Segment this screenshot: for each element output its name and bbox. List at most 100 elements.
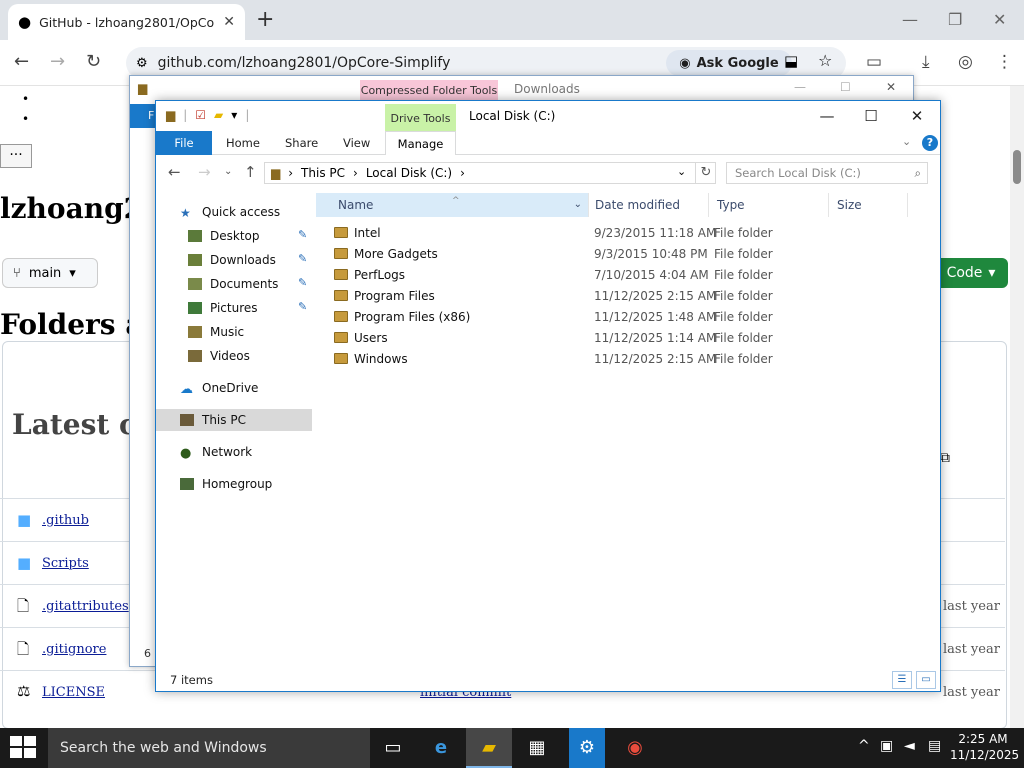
install-icon[interactable]: ⬓ (784, 52, 798, 70)
settings-icon[interactable]: ⚙ (569, 728, 605, 768)
ask-google-button[interactable]: ◉ Ask Google (666, 50, 792, 76)
file-link[interactable]: .github (42, 513, 89, 528)
pin-icon[interactable]: ✎ (298, 252, 307, 265)
nav-item-videos[interactable]: Videos (156, 345, 312, 367)
close-window-icon[interactable]: ✕ (993, 10, 1006, 29)
nav-item-homegroup[interactable]: Homegroup (156, 473, 312, 495)
nav-item-downloads[interactable]: Downloads (156, 249, 312, 271)
file-row-perflogs[interactable]: PerfLogs 7/10/2015 4:04 AM File folder (316, 265, 932, 286)
expand-ribbon-icon[interactable]: ⌄ (902, 135, 911, 148)
pin-icon[interactable]: ✎ (298, 300, 307, 313)
nav-item-pictures[interactable]: Pictures (156, 297, 312, 319)
branch-selector[interactable]: ⑂ main ▾ (2, 258, 98, 288)
search-input[interactable]: Search Local Disk (C:) ⌕ (726, 162, 928, 184)
notifications-icon[interactable]: ▤ (928, 738, 941, 754)
minimize-icon[interactable]: — (804, 104, 850, 128)
compressed-folder-tools-tab[interactable]: Compressed Folder Tools (360, 80, 498, 102)
volume-muted-icon[interactable]: ◄ (904, 738, 915, 754)
file-link[interactable]: Scripts (42, 556, 89, 571)
profile-icon[interactable]: ◎ (958, 52, 973, 72)
bookmark-star-icon[interactable]: ☆ (818, 51, 832, 70)
ribbon-tab-file[interactable]: File (156, 131, 212, 155)
site-info-icon[interactable]: ⚙ (136, 56, 148, 71)
customize-caret-icon[interactable]: ▾ (231, 108, 237, 122)
start-button[interactable] (10, 736, 38, 760)
nav-item-network[interactable]: ● Network (156, 441, 312, 463)
close-icon[interactable]: ✕ (886, 80, 896, 94)
close-tab-icon[interactable]: ✕ (223, 14, 235, 30)
nav-item-music[interactable]: Music (156, 321, 312, 343)
show-hidden-icons-icon[interactable]: ^ (858, 738, 870, 754)
new-folder-icon[interactable]: ▰ (214, 108, 223, 122)
explorer-address-bar[interactable]: ▆ › This PC › Local Disk (C:) › ⌄ (264, 162, 716, 184)
new-tab-icon[interactable]: + (256, 8, 274, 32)
task-view-icon[interactable]: ▭ (370, 728, 416, 768)
pin-icon[interactable]: ✎ (298, 228, 307, 241)
nav-item-documents[interactable]: Documents (156, 273, 312, 295)
large-icons-view-icon[interactable]: ▭ (916, 671, 936, 689)
restore-icon[interactable]: ❐ (948, 10, 962, 29)
ribbon-tab-share[interactable]: Share (285, 131, 318, 155)
forward-icon[interactable]: → (50, 52, 65, 72)
nav-item-desktop[interactable]: Desktop (156, 225, 312, 247)
column-filter-icon[interactable]: ⌄ (574, 193, 582, 217)
maximize-icon[interactable]: ☐ (840, 80, 851, 94)
ribbon-tab-home[interactable]: Home (226, 131, 260, 155)
copy-icon[interactable]: ⧉ (940, 450, 950, 466)
store-icon[interactable]: ▦ (514, 728, 560, 768)
close-icon[interactable]: ✕ (894, 104, 940, 128)
breadcrumb-this-pc[interactable]: This PC (301, 166, 345, 180)
page-scrollbar[interactable] (1010, 86, 1024, 728)
code-button[interactable]: Code ▾ (934, 258, 1008, 288)
file-row-intel[interactable]: Intel 9/23/2015 11:18 AM File folder (316, 223, 932, 244)
file-explorer-icon[interactable]: ▰ (466, 728, 512, 768)
browser-tab[interactable]: ● GitHub - lzhoang2801/OpCore-Simplify ✕ (8, 4, 245, 40)
nav-label: Desktop (210, 229, 260, 243)
properties-icon[interactable]: ☑ (195, 108, 206, 122)
file-row-more-gadgets[interactable]: More Gadgets 9/3/2015 10:48 PM File fold… (316, 244, 932, 265)
column-header-date[interactable]: Date modified (588, 193, 708, 217)
taskbar-clock[interactable]: 2:25 AM 11/12/2025 (950, 731, 1019, 763)
menu-icon[interactable]: ⋮ (996, 52, 1013, 72)
refresh-icon[interactable]: ↻ (695, 162, 716, 184)
reload-icon[interactable]: ↻ (86, 52, 101, 72)
recent-locations-icon[interactable]: ⌄ (224, 166, 232, 177)
file-link[interactable]: LICENSE (42, 685, 105, 700)
file-link[interactable]: .gitignore (42, 642, 106, 657)
more-button[interactable]: ··· (0, 144, 32, 168)
column-header-type[interactable]: Type (708, 193, 828, 217)
nav-item-this-pc[interactable]: This PC (156, 409, 312, 431)
file-row-program-files[interactable]: Program Files 11/12/2025 2:15 AM File fo… (316, 286, 932, 307)
pin-icon[interactable]: ✎ (298, 276, 307, 289)
tab-search-icon[interactable]: ▭ (866, 52, 882, 72)
back-icon[interactable]: ← (168, 163, 181, 181)
maximize-icon[interactable]: ☐ (848, 104, 894, 128)
breadcrumb-drive[interactable]: Local Disk (C:) (366, 166, 452, 180)
ribbon-tab-view[interactable]: View (343, 131, 370, 155)
column-header-name[interactable]: ^ Name ⌄ (316, 193, 588, 217)
scroll-thumb[interactable] (1013, 150, 1021, 184)
file-link[interactable]: .gitattributes (42, 599, 129, 614)
help-icon[interactable]: ? (922, 135, 938, 151)
column-header-size[interactable]: Size (828, 193, 908, 217)
edge-icon[interactable]: e (418, 728, 464, 768)
back-icon[interactable]: ← (14, 52, 29, 72)
forward-icon[interactable]: → (198, 163, 211, 181)
nav-item-onedrive[interactable]: ☁ OneDrive (156, 377, 312, 399)
minimize-icon[interactable]: — (794, 80, 806, 94)
up-icon[interactable]: ↑ (244, 163, 257, 181)
address-dropdown-icon[interactable]: ⌄ (677, 165, 686, 178)
network-tray-icon[interactable]: ▣ (880, 738, 893, 754)
taskbar-search-box[interactable]: Search the web and Windows (48, 728, 370, 768)
file-row-users[interactable]: Users 11/12/2025 1:14 AM File folder (316, 328, 932, 349)
download-icon[interactable]: ⤓ (922, 52, 930, 72)
minimize-icon[interactable]: — (902, 10, 918, 29)
file-row-program-files-x86[interactable]: Program Files (x86) 11/12/2025 1:48 AM F… (316, 307, 932, 328)
ribbon-tab-manage[interactable]: Manage (385, 131, 456, 155)
file-row-windows[interactable]: Windows 11/12/2025 2:15 AM File folder (316, 349, 932, 370)
drive-tools-tab[interactable]: Drive Tools (385, 104, 456, 132)
details-view-icon[interactable]: ☰ (892, 671, 912, 689)
nav-item-quick-access[interactable]: ★ Quick access (156, 201, 312, 223)
chrome-icon[interactable]: ◉ (612, 728, 658, 768)
local-disk-explorer-window[interactable]: ▆ | ☑ ▰ ▾ | Drive Tools Local Disk (C:) … (155, 100, 941, 692)
